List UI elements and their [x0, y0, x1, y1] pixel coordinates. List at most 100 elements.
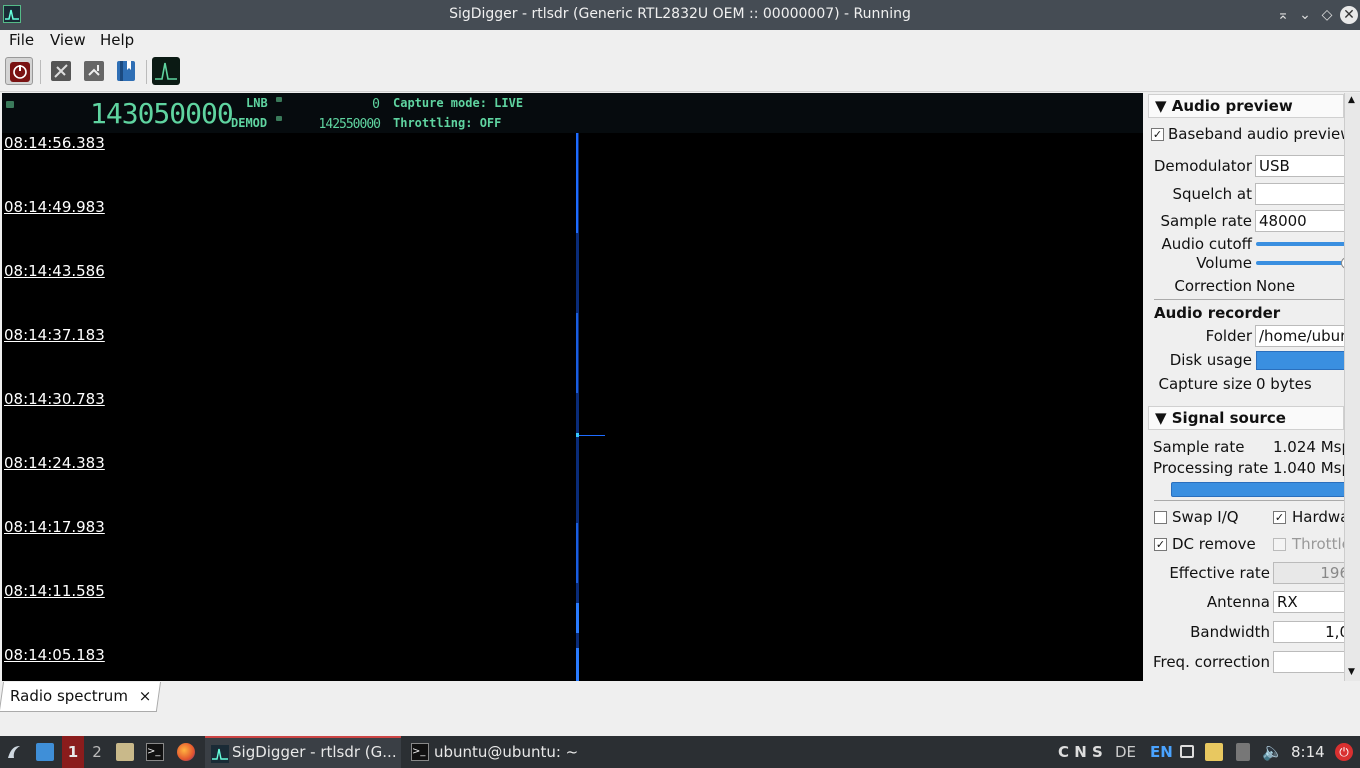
layout-en-button[interactable]: EN	[1150, 736, 1173, 768]
demodulator-select[interactable]: USB	[1255, 155, 1355, 177]
capture-size-value: 0 bytes	[1256, 375, 1312, 393]
waterfall-timestamp: 08:14:43.586	[4, 262, 105, 280]
clipboard-icon[interactable]	[1205, 743, 1223, 761]
audio-cutoff-label: Audio cutoff	[1161, 235, 1252, 253]
disk-usage-label: Disk usage	[1169, 351, 1252, 369]
source-sample-rate-label: Sample rate	[1153, 438, 1245, 456]
tools-icon	[51, 61, 71, 81]
waterfall-display[interactable]: 143050000 LNB DEMOD 0 142550000 Capture …	[2, 93, 1143, 681]
swap-iq-checkbox[interactable]	[1154, 511, 1167, 524]
waterfall-timestamp: 08:14:30.783	[4, 390, 105, 408]
bookmarks-button[interactable]	[112, 57, 140, 85]
power-icon[interactable]: ⏻	[1335, 743, 1353, 761]
swap-iq-label: Swap I/Q	[1172, 508, 1239, 526]
toolbar-separator	[146, 60, 147, 84]
frequency-display: 143050000 LNB DEMOD 0 142550000 Capture …	[2, 93, 1143, 133]
task-sigdigger[interactable]: SigDigger - rtlsdr (G...	[205, 736, 401, 768]
start-menu-icon[interactable]	[5, 743, 23, 761]
start-capture-button[interactable]	[5, 57, 33, 85]
demod-value[interactable]: 142550000	[302, 117, 381, 132]
correction-label: Correction	[1174, 277, 1252, 295]
baseband-audio-checkbox[interactable]: ✓	[1151, 128, 1164, 141]
maximize-icon[interactable]: ◇	[1317, 5, 1337, 25]
lnb-value[interactable]: 0	[302, 97, 380, 112]
panoramic-icon	[84, 61, 104, 81]
side-panel-scrollbar[interactable]: ▲ ▼	[1344, 93, 1360, 681]
panoramic-button[interactable]	[80, 57, 108, 85]
dc-remove-label: DC remove	[1172, 535, 1256, 553]
signal-source-header[interactable]: ▼ Signal source	[1148, 406, 1344, 430]
menu-bar: File View Help	[0, 30, 1360, 54]
keep-above-icon[interactable]: ⌅	[1273, 5, 1293, 25]
battery-icon[interactable]	[1236, 743, 1250, 761]
main-frequency[interactable]: 143050000	[90, 97, 234, 130]
toolbar-separator	[40, 60, 41, 84]
spectrum-icon	[155, 62, 177, 80]
audio-sample-rate-label: Sample rate	[1160, 212, 1252, 230]
workspace-2-button[interactable]: 2	[88, 736, 106, 768]
task-sigdigger-label: SigDigger - rtlsdr (G...	[232, 743, 397, 761]
check-icon: ✓	[1152, 128, 1163, 141]
volume-label: Volume	[1196, 254, 1252, 272]
freq-correction-input[interactable]	[1273, 651, 1353, 673]
task-terminal-label: ubuntu@ubuntu: ~	[434, 743, 579, 761]
hardware-agc-checkbox[interactable]: ✓	[1273, 511, 1286, 524]
sigdigger-task-icon	[211, 745, 229, 763]
file-manager-icon[interactable]	[116, 743, 134, 761]
menu-view[interactable]: View	[50, 31, 86, 49]
waterfall-signal	[576, 133, 605, 681]
freq-correction-label: Freq. correction	[1152, 653, 1270, 671]
folder-label: Folder	[1205, 327, 1252, 345]
lock-icon[interactable]	[6, 101, 14, 108]
waterfall-timestamp: 08:14:49.983	[4, 198, 105, 216]
demod-lock-icon[interactable]	[276, 116, 282, 121]
terminal-launcher-icon[interactable]: >_	[146, 743, 164, 761]
bandwidth-label: Bandwidth	[1190, 623, 1270, 641]
tab-close-icon[interactable]: ×	[139, 687, 152, 705]
capture-mode: Capture mode: LIVE	[393, 96, 524, 110]
disk-usage-bar	[1256, 351, 1356, 370]
antenna-select[interactable]: RX	[1273, 591, 1353, 613]
waterfall-timestamp: 08:14:17.983	[4, 518, 105, 536]
volume-icon[interactable]: 🔈	[1262, 736, 1283, 768]
spectrum-button[interactable]	[152, 57, 180, 85]
window-title: SigDigger - rtlsdr (Generic RTL2832U OEM…	[449, 6, 911, 22]
check-icon: ✓	[1274, 511, 1285, 524]
squelch-input[interactable]	[1255, 183, 1355, 205]
throttle-checkbox[interactable]	[1273, 538, 1286, 551]
audio-sample-rate-select[interactable]: 48000	[1255, 210, 1355, 232]
scroll-down-icon[interactable]: ▼	[1348, 667, 1355, 677]
task-terminal[interactable]: >_ ubuntu@ubuntu: ~	[405, 736, 605, 768]
processing-rate-label: Processing rate	[1153, 459, 1269, 477]
minimize-icon[interactable]: ⌄	[1295, 5, 1315, 25]
terminal-task-icon: >_	[411, 743, 429, 761]
menu-file[interactable]: File	[9, 31, 34, 49]
tab-radio-spectrum[interactable]: Radio spectrum ×	[0, 682, 162, 712]
firefox-icon[interactable]	[177, 743, 195, 761]
waterfall-timestamp: 08:14:24.383	[4, 454, 105, 472]
toolbar	[0, 54, 1360, 92]
show-desktop-icon[interactable]	[36, 743, 54, 761]
correction-value[interactable]: None	[1256, 277, 1295, 295]
audio-recorder-header: Audio recorder	[1154, 304, 1281, 322]
scroll-up-icon[interactable]: ▲	[1348, 95, 1355, 105]
effective-rate-input[interactable]: 196	[1273, 562, 1353, 584]
menu-help[interactable]: Help	[100, 31, 134, 49]
squelch-label: Squelch at	[1172, 185, 1252, 203]
section-divider	[1154, 500, 1344, 501]
bandwidth-input[interactable]: 1,0	[1273, 621, 1353, 643]
close-window-icon[interactable]: ✕	[1340, 6, 1358, 24]
settings-button[interactable]	[47, 57, 75, 85]
workspace-1-button[interactable]: 1	[62, 736, 84, 768]
audio-preview-header[interactable]: ▼ Audio preview	[1148, 94, 1344, 118]
audio-cutoff-slider[interactable]	[1256, 242, 1356, 246]
waterfall-timestamp: 08:14:56.383	[4, 134, 105, 152]
demod-label: DEMOD	[231, 116, 268, 130]
folder-input[interactable]: /home/ubuntu	[1255, 325, 1355, 347]
lnb-lock-icon[interactable]	[276, 97, 282, 102]
dc-remove-checkbox[interactable]: ✓	[1154, 538, 1167, 551]
clock[interactable]: 8:14	[1291, 736, 1325, 768]
keyboard-icon[interactable]	[1180, 745, 1194, 758]
throttling-status: Throttling: OFF	[393, 116, 502, 130]
layout-de-button[interactable]: DE	[1115, 736, 1136, 768]
